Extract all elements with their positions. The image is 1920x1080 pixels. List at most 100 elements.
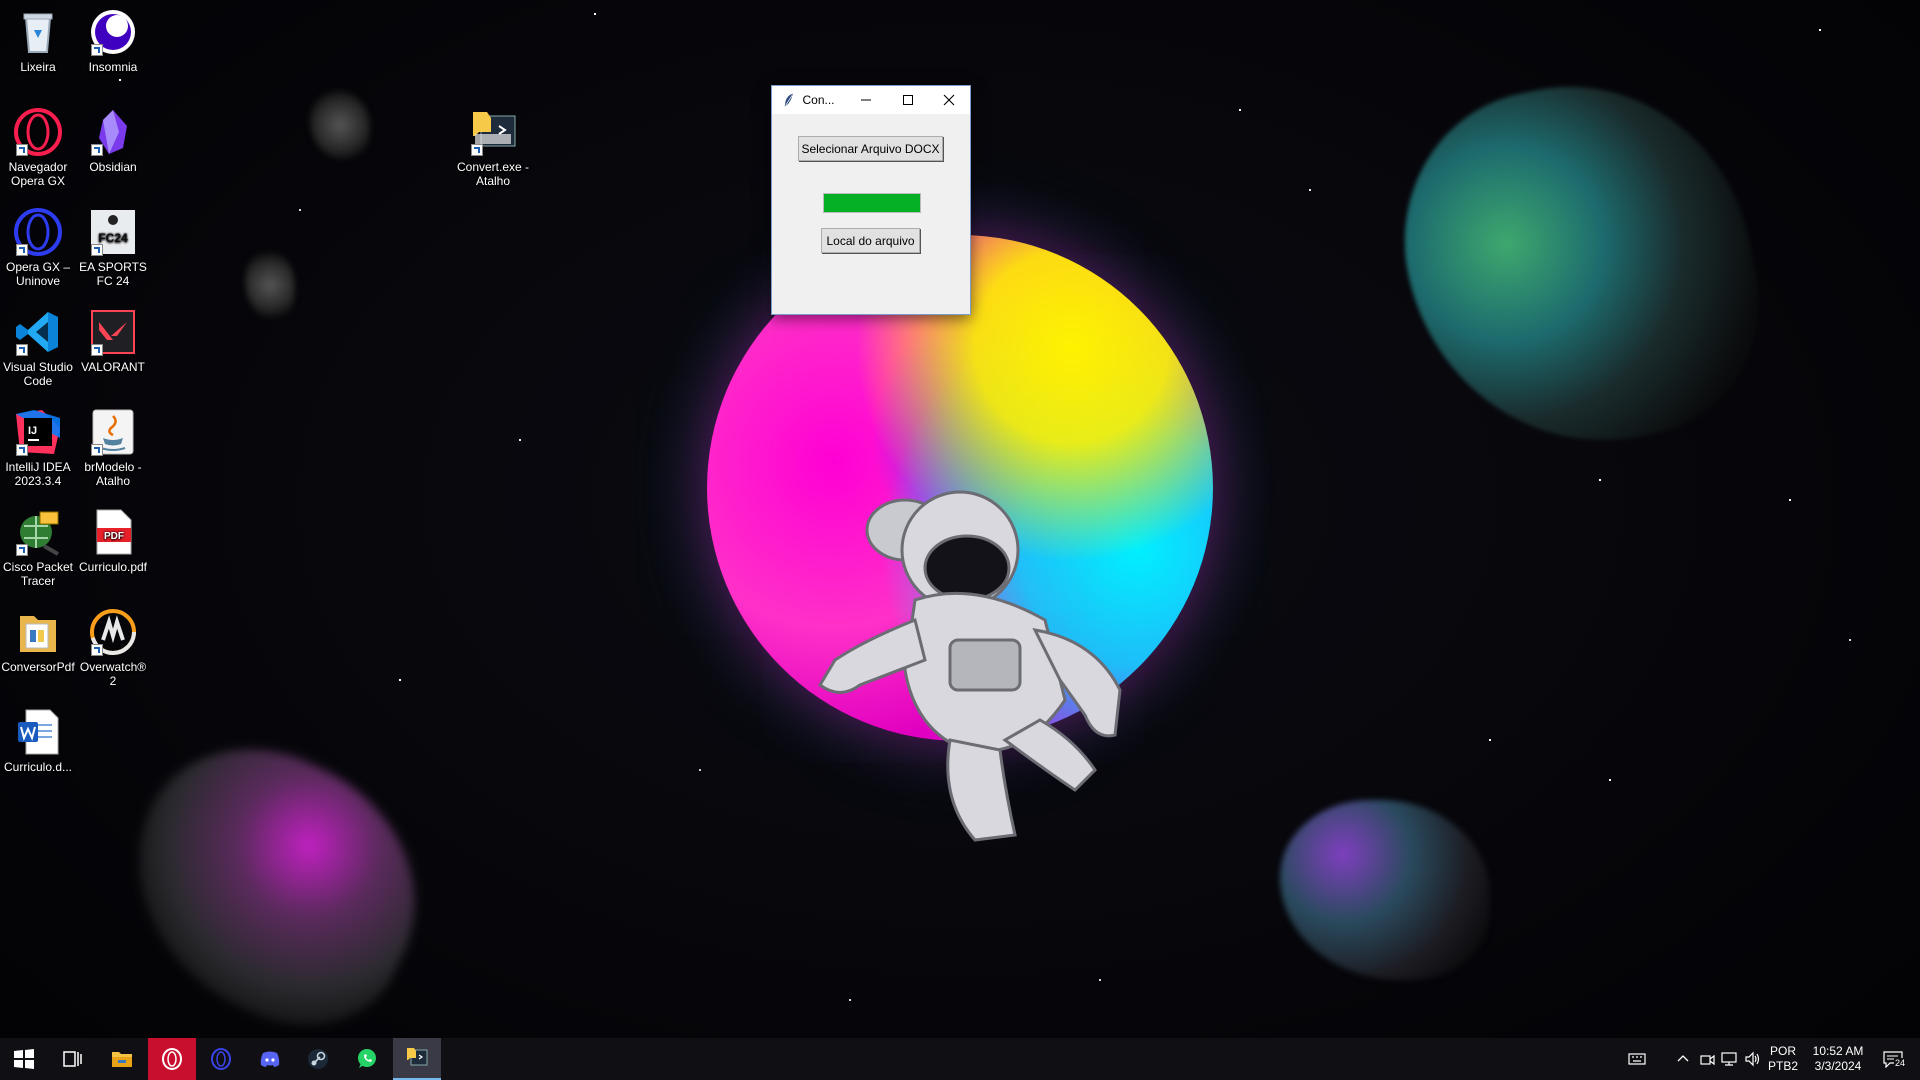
taskbar-whatsapp[interactable] [343,1038,391,1080]
taskbar-opera[interactable] [197,1038,245,1080]
asteroid-image [310,90,370,160]
desktop-icon-insomnia[interactable]: Insomnia [75,8,151,74]
asteroid-image [1376,53,1784,477]
folder-icon [20,616,56,652]
icon-label: EA SPORTS FC 24 [79,260,147,288]
language-code: POR [1769,1044,1796,1058]
start-button[interactable] [0,1038,48,1080]
desktop-icon-overwatch2[interactable]: Overwatch® 2 [75,608,151,688]
desktop-icon-opera-gx-uninove[interactable]: Opera GX – Uninove [0,208,76,288]
desktop-icon-convert-exe[interactable]: Convert.exe - Atalho [455,108,531,188]
icon-label: Navegador Opera GX [8,160,68,188]
icon-label: Obsidian [89,160,137,174]
icon-label: Insomnia [88,60,138,74]
icon-label: Curriculo.pdf [78,560,148,574]
converter-app-window[interactable]: Con... Selecionar Arquivo DOCX Local do … [771,85,971,315]
shortcut-arrow-icon [16,244,28,256]
python-app-icon [407,1048,428,1066]
close-icon [943,94,955,106]
keyboard-icon [1628,1053,1646,1065]
shortcut-arrow-icon [471,144,483,156]
taskbar-discord[interactable] [246,1038,294,1080]
maximize-icon [902,95,913,105]
asteroid-image [90,710,460,1060]
tray-notifications[interactable]: 24 [1882,1050,1907,1069]
conversion-progress-bar [823,193,921,213]
camera-icon [1700,1054,1715,1066]
shortcut-arrow-icon [16,444,28,456]
taskbar-converter-app[interactable] [393,1038,441,1080]
task-view-button[interactable] [48,1038,96,1080]
desktop-icon-ea-fc24[interactable]: FC24 EA SPORTS FC 24 [75,208,151,288]
icon-label: Cisco Packet Tracer [2,560,74,588]
keyboard-layout: PTB2 [1768,1059,1799,1073]
whatsapp-icon [358,1049,376,1068]
icon-label: Visual Studio Code [3,360,73,388]
tray-network[interactable] [1720,1050,1738,1068]
chevron-up-icon [1677,1055,1689,1062]
taskbar-opera-gx[interactable] [148,1038,196,1080]
progress-bar-fill [824,194,920,212]
icon-label: Lixeira [20,60,56,74]
taskbar: POR PTB2 10:52 AM 3/3/2024 24 [0,1038,1920,1080]
desktop-icon-curriculo-pdf[interactable]: PDF Curriculo.pdf [75,508,151,574]
shortcut-arrow-icon [91,144,103,156]
desktop-icon-vscode[interactable]: Visual Studio Code [0,308,76,388]
minimize-button[interactable] [845,86,887,114]
tray-input-indicator[interactable] [1628,1050,1646,1068]
close-button[interactable] [928,86,970,114]
tray-volume[interactable] [1744,1050,1762,1068]
desktop-icon-cisco-packet-tracer[interactable]: Cisco Packet Tracer [0,508,76,588]
icon-label: IntelliJ IDEA 2023.3.4 [5,460,71,488]
select-docx-button[interactable]: Selecionar Arquivo DOCX [798,136,943,161]
tray-clock[interactable]: 10:52 AM 3/3/2024 [1806,1044,1870,1074]
speaker-icon [1745,1051,1760,1067]
tray-show-hidden[interactable] [1674,1050,1692,1068]
discord-icon [260,1051,280,1067]
opera-icon [211,1048,231,1070]
window-title-bar[interactable]: Con... [772,86,970,114]
tray-meet-now[interactable] [1698,1050,1716,1068]
icon-label: Opera GX – Uninove [5,260,71,288]
minimize-icon [860,99,871,101]
taskbar-file-explorer[interactable] [98,1038,146,1080]
ij-badge: IJ [28,425,37,437]
desktop-icon-intellij[interactable]: IJ IntelliJ IDEA 2023.3.4 [0,408,76,488]
desktop-icon-valorant[interactable]: VALORANT [75,308,151,374]
window-title: Con... [802,93,835,107]
task-view-icon [63,1051,82,1067]
shortcut-arrow-icon [16,144,28,156]
file-location-button[interactable]: Local do arquivo [821,228,920,253]
shortcut-arrow-icon [16,544,28,556]
recycle-bin-icon [23,13,53,53]
taskbar-steam[interactable] [294,1038,342,1080]
icon-label: Overwatch® 2 [79,660,147,688]
shortcut-arrow-icon [91,44,103,56]
shortcut-arrow-icon [91,244,103,256]
maximize-button[interactable] [887,86,929,114]
desktop-icon-obsidian[interactable]: Obsidian [75,108,151,174]
tray-language[interactable]: POR PTB2 [1768,1044,1798,1074]
pdf-badge: PDF [104,531,124,542]
shortcut-arrow-icon [91,444,103,456]
astronaut-image [818,490,1122,842]
file-explorer-icon [112,1052,132,1067]
pdf-file-icon: PDF [96,509,132,555]
desktop-icon-recycle-bin[interactable]: Lixeira [0,8,76,74]
desktop-icon-curriculo-docx[interactable]: Curriculo.d... [0,708,76,774]
shortcut-arrow-icon [16,344,28,356]
icon-label: Curriculo.d... [3,760,73,774]
tk-feather-icon [784,93,793,107]
clock-date: 3/3/2024 [1814,1059,1862,1073]
steam-icon [308,1049,328,1069]
asteroid-image [1280,800,1490,980]
clock-time: 10:52 AM [1812,1044,1864,1058]
icon-label: ConversorPdf [1,660,75,674]
asteroid-image [245,250,295,320]
shortcut-arrow-icon [91,644,103,656]
desktop-icon-conversorpdf[interactable]: ConversorPdf [0,608,76,674]
desktop-icon-brmodelo[interactable]: brModelo - Atalho [75,408,151,488]
icon-label: VALORANT [81,360,145,374]
windows-start-icon [14,1049,34,1069]
desktop-icon-opera-gx[interactable]: Navegador Opera GX [0,108,76,188]
